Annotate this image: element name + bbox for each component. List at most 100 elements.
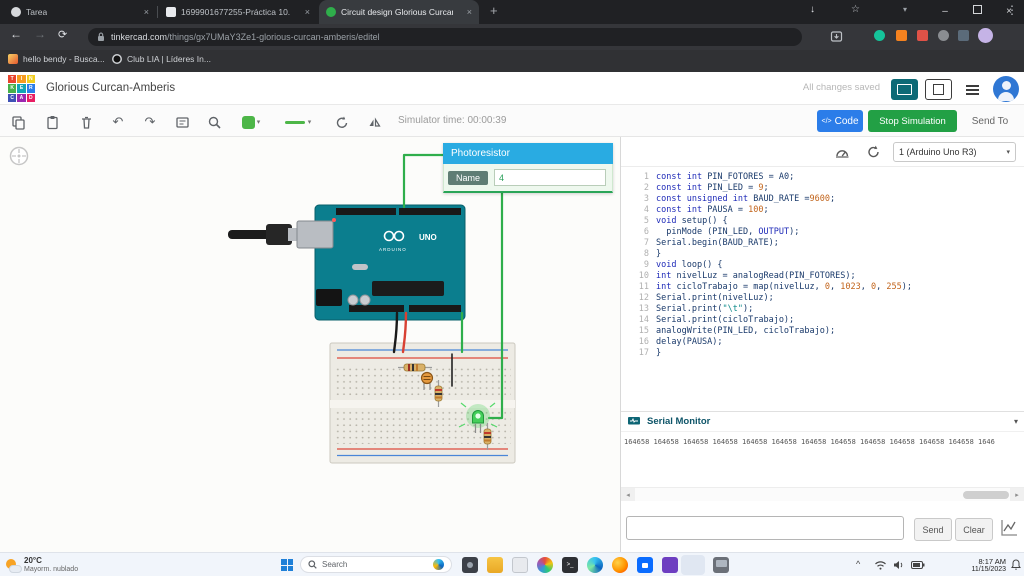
taskbar-app-camera[interactable]	[462, 557, 478, 573]
taskbar-app-chrome-active[interactable]	[681, 555, 705, 575]
taskbar-clock[interactable]: 8:17 AM 11/15/2023	[944, 557, 1006, 573]
user-avatar[interactable]	[993, 76, 1019, 102]
bookmark-star-icon[interactable]: ☆	[851, 4, 860, 15]
scrollbar-thumb[interactable]	[963, 491, 1009, 499]
component-inspector: Photoresistor Name 4	[443, 143, 613, 193]
clock-date: 11/15/2023	[944, 566, 1006, 573]
send-button[interactable]: Send	[914, 518, 952, 541]
code-line: 14Serial.print(cicloTrabajo);	[621, 315, 1024, 326]
tray-chevron-up-icon[interactable]: ^	[856, 559, 860, 569]
taskbar-weather-text[interactable]: Mayorm. nublado	[24, 566, 78, 573]
component-color-picker[interactable]: ▾	[236, 112, 266, 132]
download-icon[interactable]: ↓	[810, 4, 815, 15]
taskbar-app-file-explorer[interactable]	[487, 557, 503, 573]
board-select[interactable]: 1 (Arduino Uno R3) ▾	[893, 142, 1016, 162]
desktop: Tarea × 1699901677255-Práctica 10. Fo × …	[0, 0, 1024, 576]
circuit-favicon	[326, 7, 336, 17]
browser-tab-practica[interactable]: 1699901677255-Práctica 10. Fo ×	[159, 0, 317, 24]
mirror-icon[interactable]	[364, 112, 384, 132]
scroll-right-icon[interactable]: ▸	[1010, 488, 1024, 501]
undo-icon[interactable]: ↶	[108, 112, 128, 132]
reload-icon[interactable]: ⟳	[58, 28, 67, 41]
circuit-canvas[interactable]: UNO ARDUINO	[0, 137, 620, 552]
extension-orange-icon[interactable]	[896, 30, 907, 41]
view-breadboard-button[interactable]	[891, 79, 918, 100]
notes-icon[interactable]	[172, 112, 192, 132]
send-to-button[interactable]: Send To	[962, 110, 1018, 132]
forward-icon[interactable]: →	[34, 27, 46, 41]
code-button[interactable]: </> Code	[817, 110, 863, 132]
tinkercad-header: T I N K E R C A D Glorious Curcan-Amberi…	[0, 72, 1024, 105]
weather-icon	[5, 558, 20, 573]
restart-simulation-icon[interactable]	[866, 144, 881, 159]
view-list-button[interactable]	[959, 79, 986, 100]
browser-tab-tarea[interactable]: Tarea ×	[4, 0, 156, 24]
view-schematic-button[interactable]	[925, 79, 952, 100]
taskbar-app-visual-studio[interactable]	[662, 557, 678, 573]
serial-scrollbar[interactable]: ◂ ▸	[621, 487, 1024, 501]
address-bar[interactable]: tinkercad.com/things/gx7UMaY3Ze1-gloriou…	[88, 28, 802, 46]
wire-style-picker[interactable]: ▾	[280, 112, 316, 132]
taskbar-app-edge[interactable]	[587, 557, 603, 573]
paste-icon[interactable]	[42, 112, 62, 132]
serial-output[interactable]: 164658 164658 164658 164658 164658 16465…	[621, 433, 1024, 485]
tab-close-icon[interactable]: ×	[467, 7, 472, 17]
profile-avatar[interactable]	[978, 28, 993, 43]
tab-title: Circuit design Glorious Curcan-	[341, 7, 453, 17]
serial-monitor-header[interactable]: Serial Monitor ▾	[621, 411, 1024, 432]
redo-icon[interactable]: ↷	[140, 112, 160, 132]
code-editor[interactable]: 1const int PIN_FOTORES = A0;2const int P…	[621, 167, 1024, 359]
extension-grammarly-icon[interactable]	[874, 30, 885, 41]
extension-red-icon[interactable]	[917, 30, 928, 41]
code-toolbar: 1 (Arduino Uno R3) ▾	[621, 137, 1024, 167]
taskbar-app-terminal[interactable]: >_	[562, 557, 578, 573]
editor-toolbar: ↶ ↷ ▾ ▾ Simulator time: 00:00:39 </> Cod…	[0, 105, 1024, 137]
document-favicon	[166, 7, 176, 17]
browser-tab-circuit-active[interactable]: Circuit design Glorious Curcan- ×	[319, 0, 479, 24]
tab-close-icon[interactable]: ×	[305, 7, 310, 17]
inspector-title: Photoresistor	[443, 143, 613, 164]
bookmark-item[interactable]: Club LIA | Líderes In...	[112, 54, 211, 64]
serial-input[interactable]	[626, 516, 904, 540]
clear-button[interactable]: Clear	[955, 518, 993, 541]
usb-cable[interactable]	[228, 224, 300, 245]
taskbar-app-store[interactable]	[637, 557, 653, 573]
taskbar-temperature[interactable]: 20°C	[24, 556, 42, 565]
scroll-left-icon[interactable]: ◂	[621, 488, 635, 501]
extensions-puzzle-icon[interactable]	[958, 30, 969, 41]
install-icon[interactable]	[830, 30, 843, 43]
zoom-to-fit-icon[interactable]	[204, 112, 224, 132]
window-maximize-button[interactable]	[962, 0, 992, 24]
taskbar-app-photos[interactable]	[537, 557, 553, 573]
copy-icon[interactable]	[8, 112, 28, 132]
rotate-icon[interactable]	[332, 112, 352, 132]
delete-icon[interactable]	[76, 112, 96, 132]
tab-search-icon[interactable]: ▾	[903, 5, 907, 14]
stop-simulation-button[interactable]: Stop Simulation	[868, 110, 957, 132]
design-title[interactable]: Glorious Curcan-Amberis	[46, 72, 175, 105]
tab-close-icon[interactable]: ×	[144, 7, 149, 17]
kebab-menu-icon[interactable]: ⋮	[1006, 3, 1018, 17]
wifi-icon[interactable]	[874, 560, 887, 570]
volume-icon[interactable]	[893, 560, 904, 570]
taskbar-search[interactable]: Search	[300, 556, 452, 573]
bookmark-item[interactable]: hello bendy - Busca...	[8, 54, 105, 64]
taskbar-app-notepad[interactable]	[512, 557, 528, 573]
serial-plotter-icon[interactable]	[998, 517, 1020, 539]
collapse-caret-icon[interactable]: ▾	[1014, 417, 1018, 426]
back-icon[interactable]: ←	[10, 27, 22, 41]
zoom-fit-button[interactable]	[8, 145, 30, 167]
debug-icon[interactable]	[834, 145, 850, 159]
arduino-uno-board[interactable]: UNO ARDUINO	[297, 205, 465, 320]
window-minimize-button[interactable]: –	[930, 0, 960, 24]
taskbar-app-monitor[interactable]	[713, 557, 729, 573]
save-status: All changes saved	[760, 82, 880, 93]
extension-gray-icon[interactable]	[938, 30, 949, 41]
start-button[interactable]	[281, 559, 293, 571]
new-tab-button[interactable]: +	[490, 3, 498, 18]
battery-icon[interactable]	[911, 561, 925, 569]
taskbar-app-firefox[interactable]	[612, 557, 628, 573]
tinkercad-logo[interactable]: T I N K E R C A D	[8, 75, 35, 102]
notifications-bell-icon[interactable]	[1011, 559, 1021, 570]
component-name-input[interactable]: 4	[494, 169, 606, 186]
